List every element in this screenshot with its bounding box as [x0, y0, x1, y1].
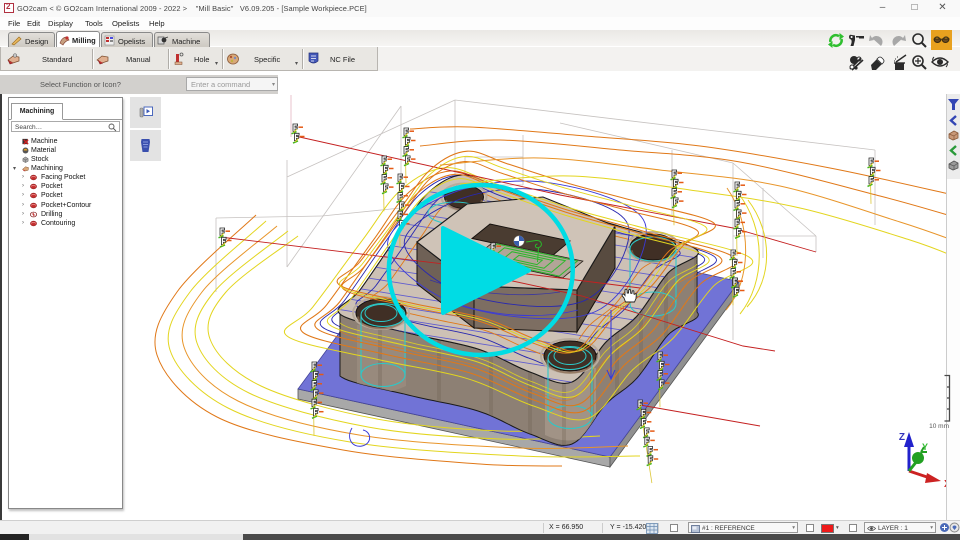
svg-text:Z: Z: [899, 432, 905, 443]
svg-text:10 mm: 10 mm: [929, 423, 949, 430]
svg-text:Y: Y: [922, 442, 928, 452]
